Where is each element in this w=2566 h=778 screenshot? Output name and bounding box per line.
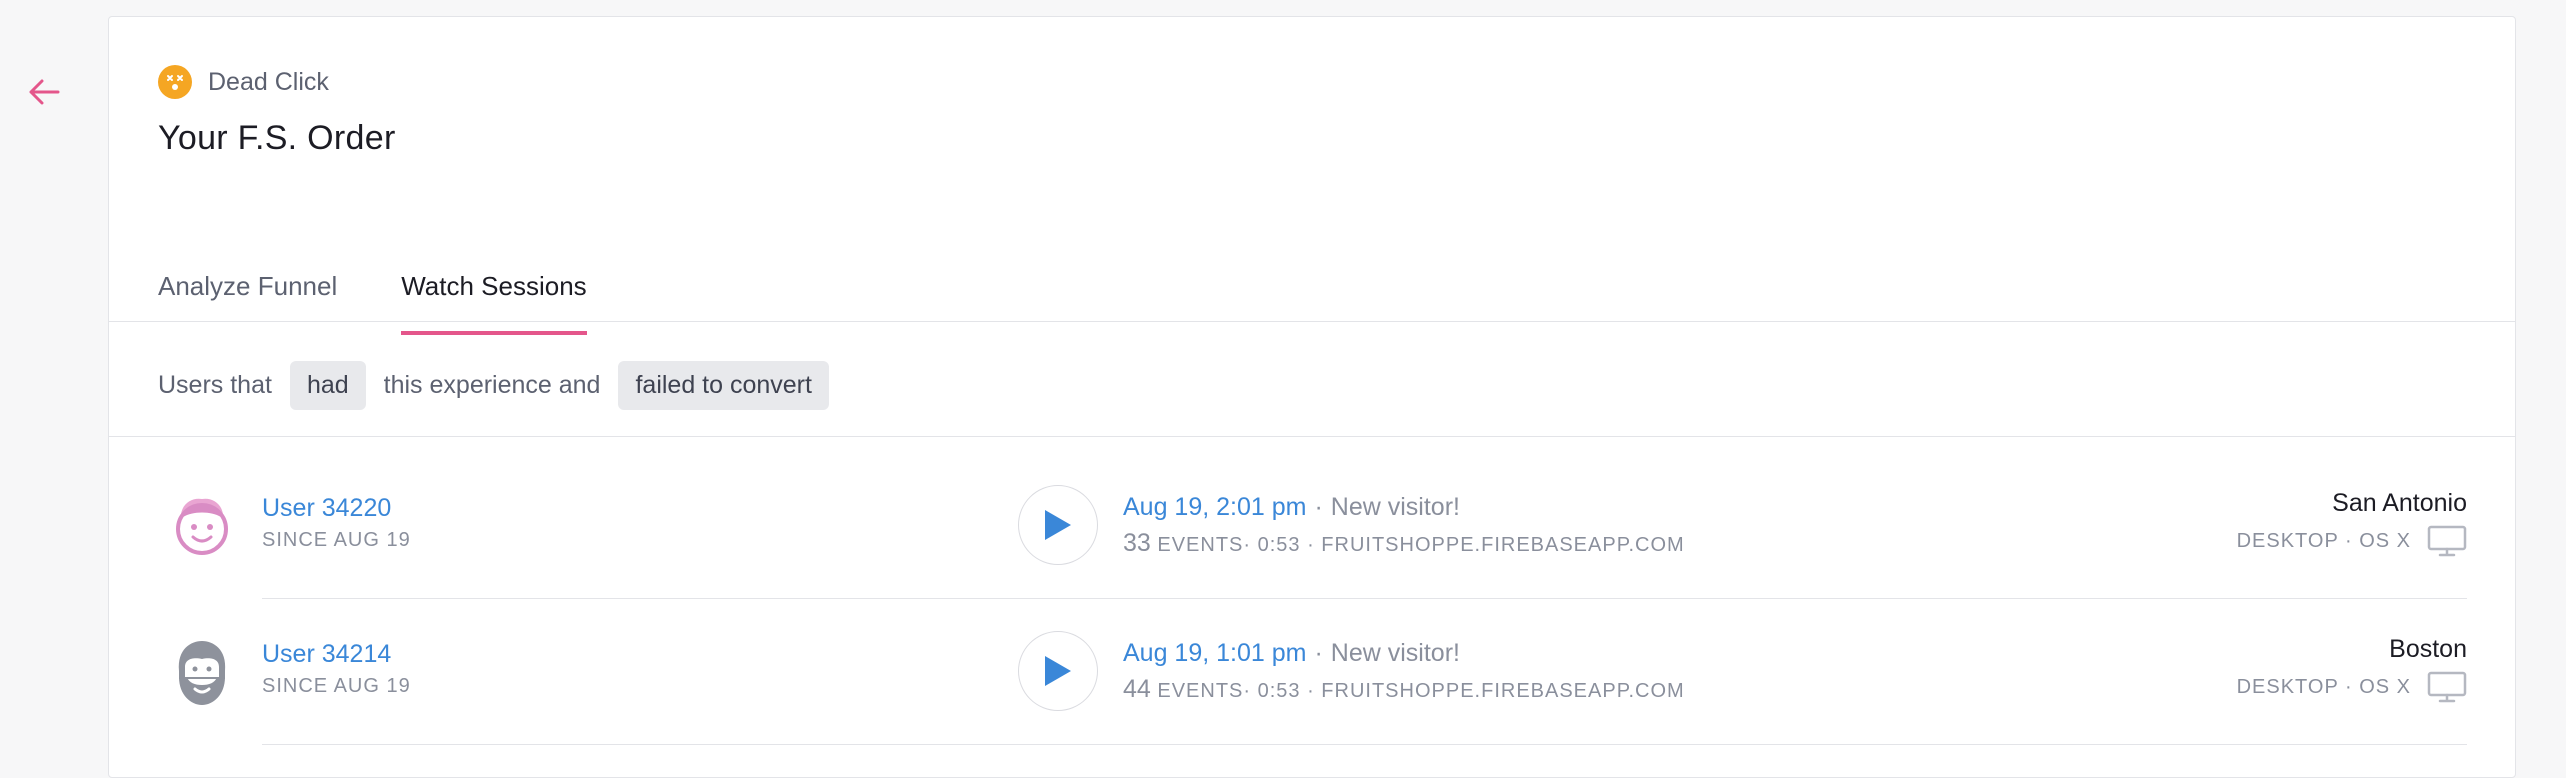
arrow-left-icon	[29, 79, 60, 105]
session-details: EVENTS· 0:53 · FRUITSHOPPE.FIREBASEAPP.C…	[1150, 680, 1685, 702]
session-meta: 33 EVENTS· 0:53 · FRUITSHOPPE.FIREBASEAP…	[1123, 529, 1685, 558]
session-city: Boston	[2389, 635, 2467, 663]
session-meta: 44 EVENTS· 0:53 · FRUITSHOPPE.FIREBASEAP…	[1123, 675, 1685, 704]
monitor-icon	[2427, 671, 2467, 703]
user-since: Since Aug 19	[262, 529, 411, 551]
tab-watch-sessions[interactable]: Watch Sessions	[401, 253, 588, 337]
user-avatar-pink-icon	[176, 498, 228, 555]
segment-filter: Users that had this experience and faile…	[158, 354, 847, 416]
session-row[interactable]: User 34214 Since Aug 19 Aug 19, 1:01 pm ·…	[109, 599, 2515, 745]
session-date-link[interactable]: Aug 19, 2:01 pm	[1123, 493, 1306, 521]
user-since: Since Aug 19	[262, 675, 411, 697]
funnel-detail-panel: Dead Click Your F.S. Order Analyze Funne…	[108, 16, 2516, 778]
had-filter-pill[interactable]: had	[289, 360, 366, 410]
session-row[interactable]: User 34220 Since Aug 19 Aug 19, 2:01 pm ·…	[109, 453, 2515, 599]
play-session-button[interactable]	[1018, 485, 1098, 565]
tabs-divider	[109, 321, 2515, 322]
dead-click-face-icon	[158, 65, 192, 99]
session-list: User 34220 Since Aug 19 Aug 19, 2:01 pm ·…	[109, 453, 2515, 745]
back-button[interactable]	[24, 72, 64, 112]
session-details: EVENTS· 0:53 · FRUITSHOPPE.FIREBASEAPP.C…	[1150, 534, 1685, 556]
session-summary: Aug 19, 2:01 pm · New visitor!	[1123, 493, 1460, 522]
device-info: DESKTOP · OS X	[2237, 525, 2467, 557]
session-date-link[interactable]: Aug 19, 1:01 pm	[1123, 639, 1306, 667]
play-icon	[1045, 510, 1071, 540]
visitor-status: New visitor!	[1330, 639, 1460, 667]
event-count: 33	[1123, 529, 1151, 557]
row-divider	[262, 744, 2467, 745]
page-header: Dead Click Your F.S. Order	[158, 65, 396, 158]
tab-bar: Analyze Funnel Watch Sessions	[158, 253, 588, 337]
device-label: DESKTOP · OS X	[2236, 675, 2411, 698]
filter-divider	[109, 436, 2515, 437]
conversion-filter-pill[interactable]: failed to convert	[618, 360, 829, 410]
separator-dot: ·	[1314, 493, 1323, 521]
visitor-status: New visitor!	[1330, 493, 1460, 521]
play-session-button[interactable]	[1018, 631, 1098, 711]
filter-middle: this experience and	[383, 370, 601, 399]
user-link[interactable]: User 34220	[262, 494, 391, 523]
event-type-label: Dead Click	[208, 67, 329, 96]
user-link[interactable]: User 34214	[262, 640, 391, 669]
device-label: DESKTOP · OS X	[2236, 529, 2411, 552]
monitor-icon	[2427, 525, 2467, 557]
event-count: 44	[1123, 675, 1151, 703]
separator-dot: ·	[1314, 639, 1323, 667]
user-avatar-gray-bearded-icon	[178, 641, 226, 705]
session-city: San Antonio	[2332, 489, 2467, 517]
session-summary: Aug 19, 1:01 pm · New visitor!	[1123, 639, 1460, 668]
device-info: DESKTOP · OS X	[2237, 671, 2467, 703]
tab-analyze-funnel[interactable]: Analyze Funnel	[158, 253, 337, 337]
play-icon	[1045, 656, 1071, 686]
page-title: Your F.S. Order	[158, 119, 396, 157]
filter-prefix: Users that	[158, 370, 272, 399]
